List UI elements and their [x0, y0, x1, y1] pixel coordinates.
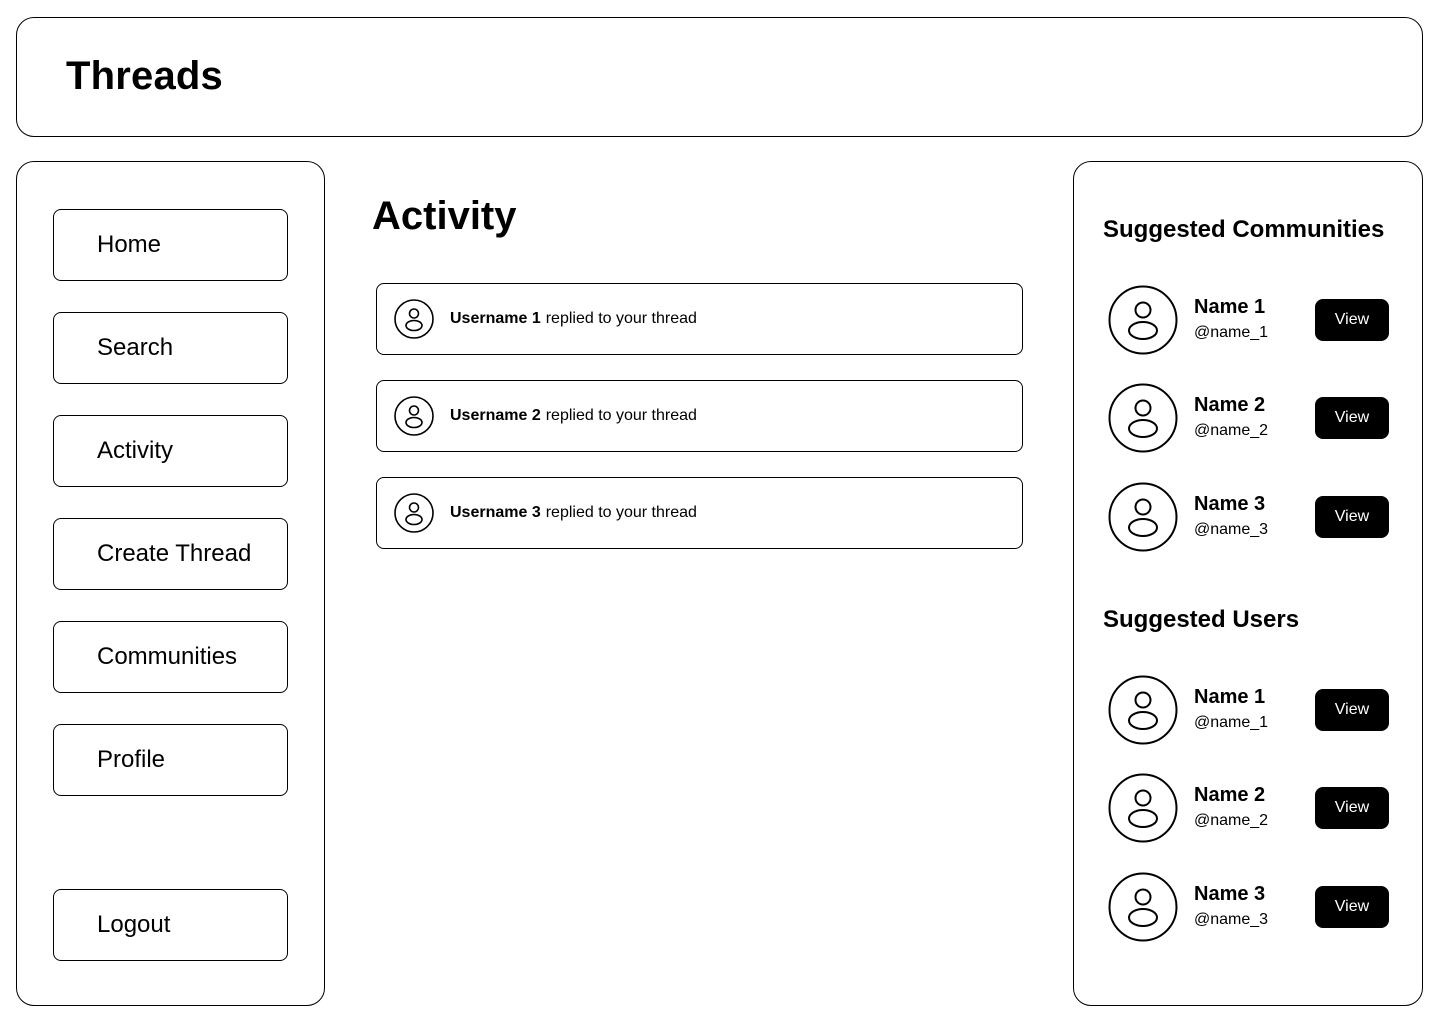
user-handle: @name_1 [1194, 714, 1269, 731]
sidebar-item-activity[interactable]: Activity [53, 415, 288, 487]
suggested-user-row: Name 2 @name_2 View [1108, 773, 1390, 843]
suggested-user-row: Name 3 @name_3 View [1108, 872, 1390, 942]
suggested-user-row: Name 1 @name_1 View [1108, 675, 1390, 745]
user-handle: @name_2 [1194, 812, 1269, 829]
activity-text: replied to your thread [545, 310, 697, 327]
user-name: Name 2 [1194, 784, 1266, 806]
sidebar: Home Search Activity Create Thread Commu… [16, 161, 325, 1006]
user-avatar-icon [394, 299, 434, 339]
community-name: Name 1 [1194, 296, 1266, 318]
activity-username[interactable]: Username 2 [450, 407, 541, 425]
sidebar-item-communities[interactable]: Communities [53, 621, 288, 693]
activity-username[interactable]: Username 3 [450, 504, 541, 522]
community-handle: @name_3 [1194, 521, 1269, 538]
suggested-community-row: Name 3 @name_3 View [1108, 482, 1390, 552]
app-title: Threads [66, 54, 224, 98]
user-handle: @name_3 [1194, 911, 1269, 928]
sidebar-item-create-thread[interactable]: Create Thread [53, 518, 288, 590]
suggested-users-title: Suggested Users [1103, 606, 1300, 633]
suggested-community-row: Name 2 @name_2 View [1108, 383, 1390, 453]
user-avatar-icon [394, 493, 434, 533]
suggested-community-row: Name 1 @name_1 View [1108, 285, 1390, 355]
community-avatar-icon [1108, 482, 1178, 552]
activity-text: replied to your thread [545, 407, 697, 424]
page-title: Activity [372, 194, 517, 238]
view-user-button[interactable]: View [1315, 689, 1389, 731]
community-avatar-icon [1108, 383, 1178, 453]
view-community-button[interactable]: View [1315, 397, 1389, 439]
view-user-button[interactable]: View [1315, 886, 1389, 928]
community-name: Name 2 [1194, 394, 1266, 416]
top-header: Threads [16, 17, 1423, 137]
community-avatar-icon [1108, 285, 1178, 355]
activity-username[interactable]: Username 1 [450, 310, 541, 328]
sidebar-item-home[interactable]: Home [53, 209, 288, 281]
suggested-communities-title: Suggested Communities [1103, 216, 1385, 243]
user-avatar-icon [1108, 773, 1178, 843]
user-avatar-icon [394, 396, 434, 436]
user-name: Name 3 [1194, 883, 1266, 905]
sidebar-item-search[interactable]: Search [53, 312, 288, 384]
community-handle: @name_1 [1194, 324, 1269, 341]
community-name: Name 3 [1194, 493, 1266, 515]
activity-item[interactable]: Username 3 replied to your thread [376, 477, 1023, 549]
logout-button[interactable]: Logout [53, 889, 288, 961]
activity-text: replied to your thread [545, 504, 697, 521]
view-community-button[interactable]: View [1315, 299, 1389, 341]
view-community-button[interactable]: View [1315, 496, 1389, 538]
suggestions-panel: Suggested Communities Name 1 @name_1 Vie… [1073, 161, 1423, 1006]
activity-item[interactable]: Username 1 replied to your thread [376, 283, 1023, 355]
sidebar-item-profile[interactable]: Profile [53, 724, 288, 796]
user-avatar-icon [1108, 675, 1178, 745]
user-name: Name 1 [1194, 686, 1266, 708]
user-avatar-icon [1108, 872, 1178, 942]
view-user-button[interactable]: View [1315, 787, 1389, 829]
community-handle: @name_2 [1194, 422, 1269, 439]
activity-item[interactable]: Username 2 replied to your thread [376, 380, 1023, 452]
